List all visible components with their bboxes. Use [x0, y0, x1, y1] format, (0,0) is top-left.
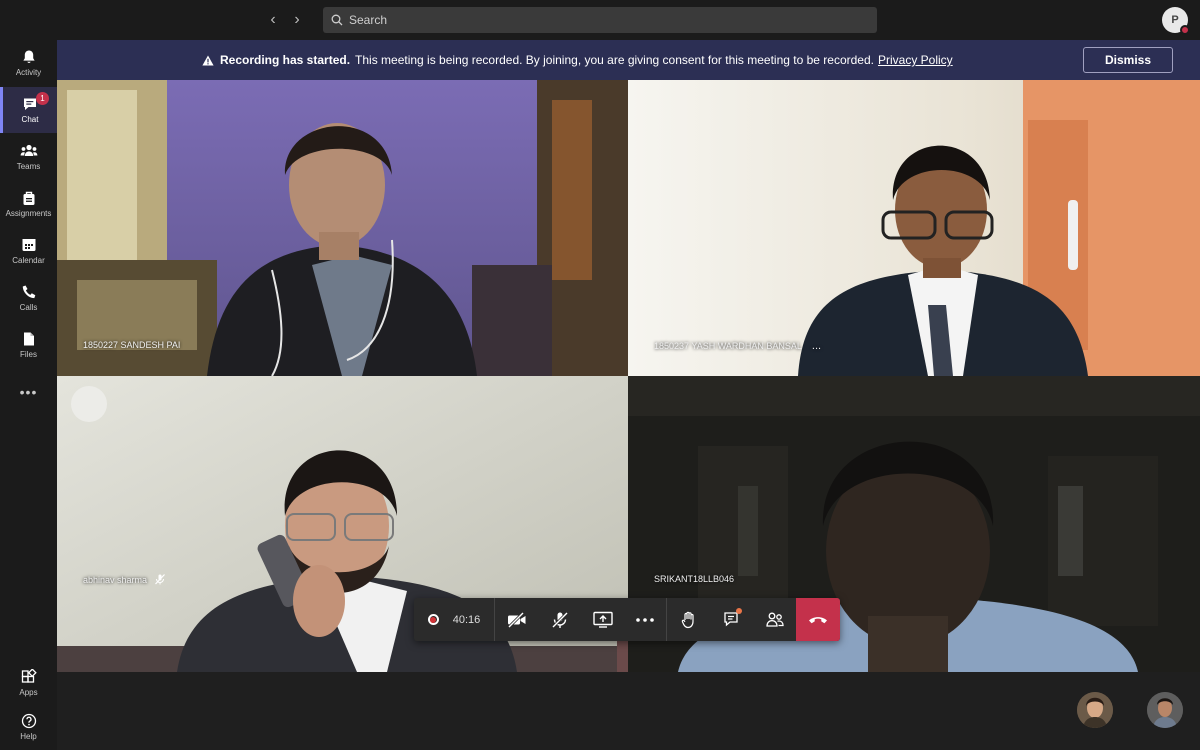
bell-icon: [22, 50, 35, 64]
participant-thumbnail-image: [1077, 692, 1113, 728]
files-icon: [23, 332, 34, 346]
recording-banner: Recording has started. This meeting is b…: [57, 40, 1200, 80]
warning-icon: [202, 55, 214, 65]
assignments-icon: [23, 191, 34, 205]
participant-name: 1850237 YASH WARDHAN BANSAL ...: [654, 340, 821, 352]
participant-avatar[interactable]: [1077, 692, 1113, 728]
rail-item-help[interactable]: Help: [0, 704, 57, 750]
rail-item-activity[interactable]: Activity: [0, 40, 57, 86]
back-arrow-icon[interactable]: ‹: [262, 9, 284, 31]
banner-message-row: Recording has started. This meeting is b…: [202, 53, 953, 67]
rail-label: Help: [20, 732, 37, 741]
rail-item-calendar[interactable]: Calendar: [0, 228, 57, 274]
unread-badge: 1: [36, 92, 49, 105]
search-icon: [331, 14, 343, 26]
dismiss-button[interactable]: Dismiss: [1083, 47, 1173, 73]
participant-avatar[interactable]: [1147, 692, 1183, 728]
presence-busy-icon: [1180, 25, 1190, 35]
app-rail: Activity Chat 1 Teams Assignments Calend…: [0, 40, 57, 750]
rail-item-calls[interactable]: Calls: [0, 275, 57, 321]
participant-name: 1850227 SANDESH PAI: [83, 340, 180, 350]
camera-off-icon: [507, 611, 525, 628]
rail-item-files[interactable]: Files: [0, 322, 57, 368]
forward-arrow-icon[interactable]: ›: [286, 9, 308, 31]
show-participants-button[interactable]: [753, 598, 796, 641]
rail-item-chat[interactable]: Chat 1: [0, 87, 57, 133]
rail-label: Apps: [19, 688, 38, 697]
meeting-controls: 40:16: [414, 598, 840, 641]
rail-label: Calls: [19, 303, 38, 312]
raise-hand-button[interactable]: [667, 598, 710, 641]
ellipsis-icon: [636, 617, 654, 622]
teams-icon: [20, 144, 37, 156]
participant-video-feed: [628, 80, 1200, 376]
show-conversation-button[interactable]: [710, 598, 753, 641]
participant-name-text: 1850227 SANDESH PAI: [83, 340, 181, 350]
rail-label: Activity: [15, 68, 42, 77]
participant-video-feed: [57, 80, 628, 376]
phone-icon: [22, 285, 35, 299]
more-apps-button[interactable]: •••: [0, 369, 57, 415]
search-input[interactable]: Search: [323, 7, 877, 33]
rail-item-apps[interactable]: Apps: [0, 660, 57, 706]
share-screen-icon: [592, 611, 613, 628]
hang-up-button[interactable]: [796, 598, 840, 641]
apps-icon: [21, 669, 37, 683]
raise-hand-icon: [681, 611, 694, 628]
rail-label: Calendar: [12, 256, 45, 265]
user-avatar[interactable]: P: [1162, 7, 1190, 35]
participants-icon: [765, 612, 784, 627]
mic-toggle-button[interactable]: [538, 598, 581, 641]
rail-item-teams[interactable]: Teams: [0, 134, 57, 180]
recording-icon: [427, 614, 439, 625]
participant-name-text: abhinav sharma: [83, 574, 148, 585]
title-bar: ‹ › Search P: [0, 0, 1200, 40]
new-message-dot: [736, 608, 742, 614]
rail-label: Assignments: [5, 209, 52, 218]
mic-off-icon: [551, 611, 568, 628]
participant-name-text: SRIKANT18LLB046: [654, 574, 735, 584]
participant-name: SRIKANT18LLB046: [654, 574, 734, 584]
privacy-policy-link[interactable]: Privacy Policy: [878, 53, 953, 67]
user-initial: P: [1171, 14, 1179, 26]
help-icon: [21, 713, 36, 729]
more-actions-button[interactable]: [624, 598, 667, 641]
recording-timer: 40:16: [414, 598, 495, 641]
banner-message: This meeting is being recorded. By joini…: [355, 53, 874, 67]
participant-name-text: 1850237 YASH WARDHAN BANSAL: [654, 341, 802, 351]
participant-thumbnail-image: [1147, 692, 1183, 728]
camera-toggle-button[interactable]: [495, 598, 538, 641]
search-placeholder: Search: [349, 13, 388, 27]
video-tile[interactable]: 1850237 YASH WARDHAN BANSAL ...: [628, 80, 1200, 376]
participant-name: abhinav sharma: [83, 574, 165, 585]
mic-muted-icon: [155, 574, 165, 585]
banner-title: Recording has started.: [220, 53, 351, 67]
rail-label: Chat: [21, 115, 39, 124]
meeting-duration: 40:16: [452, 613, 481, 626]
rail-item-assignments[interactable]: Assignments: [0, 181, 57, 227]
ellipsis-icon: •••: [19, 384, 38, 400]
calendar-icon: [22, 239, 35, 251]
video-tile[interactable]: 1850227 SANDESH PAI: [57, 80, 628, 376]
rail-label: Teams: [16, 162, 41, 171]
rail-label: Files: [20, 350, 37, 359]
share-screen-button[interactable]: [581, 598, 624, 641]
hang-up-icon: [809, 616, 827, 623]
participant-more-options-icon[interactable]: ...: [812, 340, 821, 352]
